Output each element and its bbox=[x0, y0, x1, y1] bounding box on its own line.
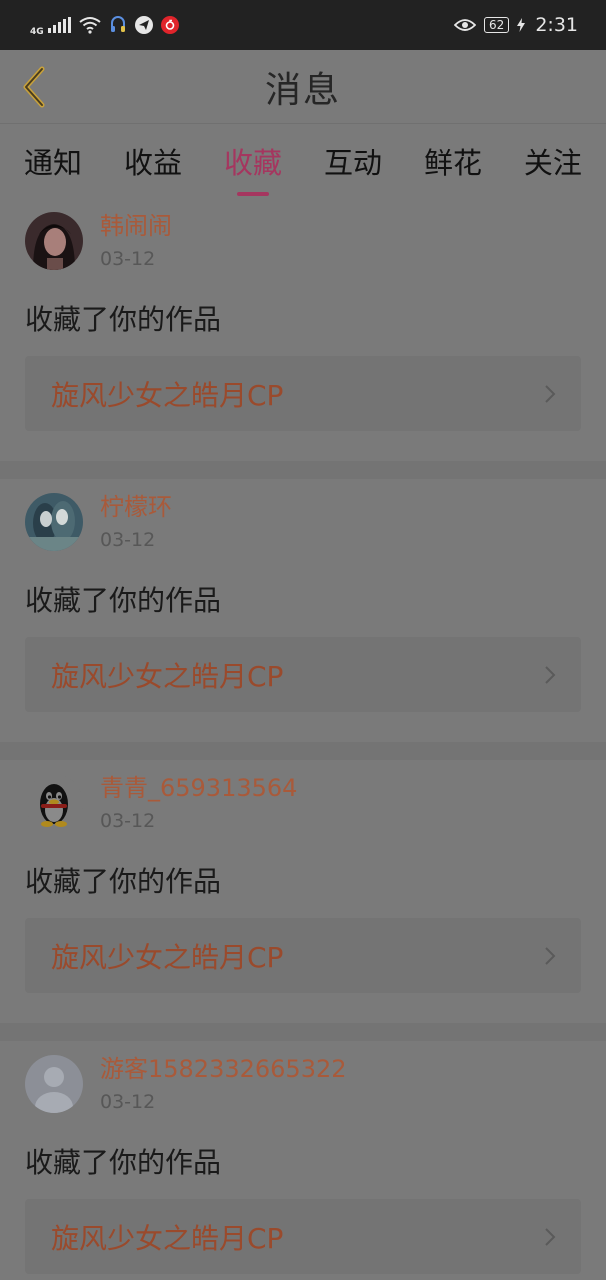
message-card: 青青_659313564 03-12 收藏了你的作品 旋风少女之皓月CP bbox=[0, 760, 606, 1041]
user-row: 游客1582332665322 03-12 bbox=[25, 1053, 581, 1125]
message-date: 03-12 bbox=[100, 248, 156, 270]
message-date: 03-12 bbox=[100, 810, 156, 832]
work-link[interactable]: 旋风少女之皓月CP bbox=[25, 1199, 581, 1274]
qq-penguin-icon bbox=[25, 774, 83, 832]
eye-icon bbox=[454, 19, 477, 31]
work-title: 旋风少女之皓月CP bbox=[51, 659, 284, 693]
chevron-right-icon bbox=[543, 383, 557, 405]
battery-level: 62 bbox=[484, 17, 510, 33]
tab-favorites[interactable]: 收藏 bbox=[224, 140, 282, 182]
headset-icon bbox=[110, 16, 125, 32]
work-link[interactable]: 旋风少女之皓月CP bbox=[25, 637, 581, 712]
work-title: 旋风少女之皓月CP bbox=[51, 1221, 284, 1255]
default-avatar-icon bbox=[25, 1055, 83, 1113]
action-text: 收藏了你的作品 bbox=[25, 865, 222, 898]
user-info: 青青_659313564 03-12 bbox=[100, 772, 297, 835]
title-bar: 消息 bbox=[0, 50, 606, 124]
tab-follows[interactable]: 关注 bbox=[524, 140, 582, 182]
status-bar-right: 62 2:31 bbox=[454, 14, 578, 36]
message-list: 韩闹闹 03-12 收藏了你的作品 旋风少女之皓月CP 柠檬环 03-12 收藏… bbox=[0, 198, 606, 1280]
chevron-right-icon bbox=[543, 664, 557, 686]
photo-avatar-icon bbox=[25, 212, 83, 270]
anime-avatar-icon bbox=[25, 493, 83, 551]
avatar[interactable] bbox=[25, 212, 83, 270]
user-info: 游客1582332665322 03-12 bbox=[100, 1053, 347, 1116]
message-card: 柠檬环 03-12 收藏了你的作品 旋风少女之皓月CP bbox=[0, 479, 606, 760]
username[interactable]: 游客1582332665322 bbox=[100, 1053, 347, 1085]
message-card: 游客1582332665322 03-12 收藏了你的作品 旋风少女之皓月CP bbox=[0, 1041, 606, 1280]
work-title: 旋风少女之皓月CP bbox=[51, 378, 284, 412]
message-date: 03-12 bbox=[100, 1091, 156, 1113]
tab-bar: 通知 收益 收藏 互动 鲜花 关注 bbox=[0, 124, 606, 198]
avatar[interactable] bbox=[25, 774, 83, 832]
clock: 2:31 bbox=[535, 14, 578, 36]
telegram-icon bbox=[134, 16, 153, 34]
avatar[interactable] bbox=[25, 1055, 83, 1113]
work-link[interactable]: 旋风少女之皓月CP bbox=[25, 918, 581, 993]
chevron-right-icon bbox=[543, 1226, 557, 1248]
netease-music-icon bbox=[160, 16, 179, 34]
status-bar-left: 4G bbox=[30, 13, 179, 37]
signal-icon bbox=[47, 17, 71, 33]
tab-notifications[interactable]: 通知 bbox=[24, 140, 82, 182]
username[interactable]: 青青_659313564 bbox=[100, 772, 297, 804]
user-row: 韩闹闹 03-12 bbox=[25, 210, 581, 282]
network-type: 4G bbox=[30, 27, 44, 37]
charging-icon bbox=[517, 18, 526, 32]
user-info: 韩闹闹 03-12 bbox=[100, 210, 172, 273]
message-card: 韩闹闹 03-12 收藏了你的作品 旋风少女之皓月CP bbox=[0, 198, 606, 479]
username[interactable]: 韩闹闹 bbox=[100, 210, 172, 242]
page-title: 消息 bbox=[264, 69, 341, 111]
messages-page: 4G 62 2:31 消息 通知 收益 收藏 互动 鲜花 关注 韩闹闹 03-1… bbox=[0, 0, 606, 1280]
message-date: 03-12 bbox=[100, 529, 156, 551]
avatar[interactable] bbox=[25, 493, 83, 551]
user-row: 柠檬环 03-12 bbox=[25, 491, 581, 563]
work-title: 旋风少女之皓月CP bbox=[51, 940, 284, 974]
tab-interactions[interactable]: 互动 bbox=[324, 140, 382, 182]
wifi-icon bbox=[79, 17, 101, 34]
user-row: 青青_659313564 03-12 bbox=[25, 772, 581, 844]
tab-earnings[interactable]: 收益 bbox=[124, 140, 182, 182]
tab-flowers[interactable]: 鲜花 bbox=[424, 140, 482, 182]
action-text: 收藏了你的作品 bbox=[25, 584, 222, 617]
username[interactable]: 柠檬环 bbox=[100, 491, 172, 523]
status-bar: 4G 62 2:31 bbox=[0, 0, 606, 50]
chevron-left-icon bbox=[23, 66, 45, 108]
work-link[interactable]: 旋风少女之皓月CP bbox=[25, 356, 581, 431]
user-info: 柠檬环 03-12 bbox=[100, 491, 172, 554]
chevron-right-icon bbox=[543, 945, 557, 967]
back-button[interactable] bbox=[14, 64, 54, 110]
action-text: 收藏了你的作品 bbox=[25, 303, 222, 336]
action-text: 收藏了你的作品 bbox=[25, 1146, 222, 1179]
